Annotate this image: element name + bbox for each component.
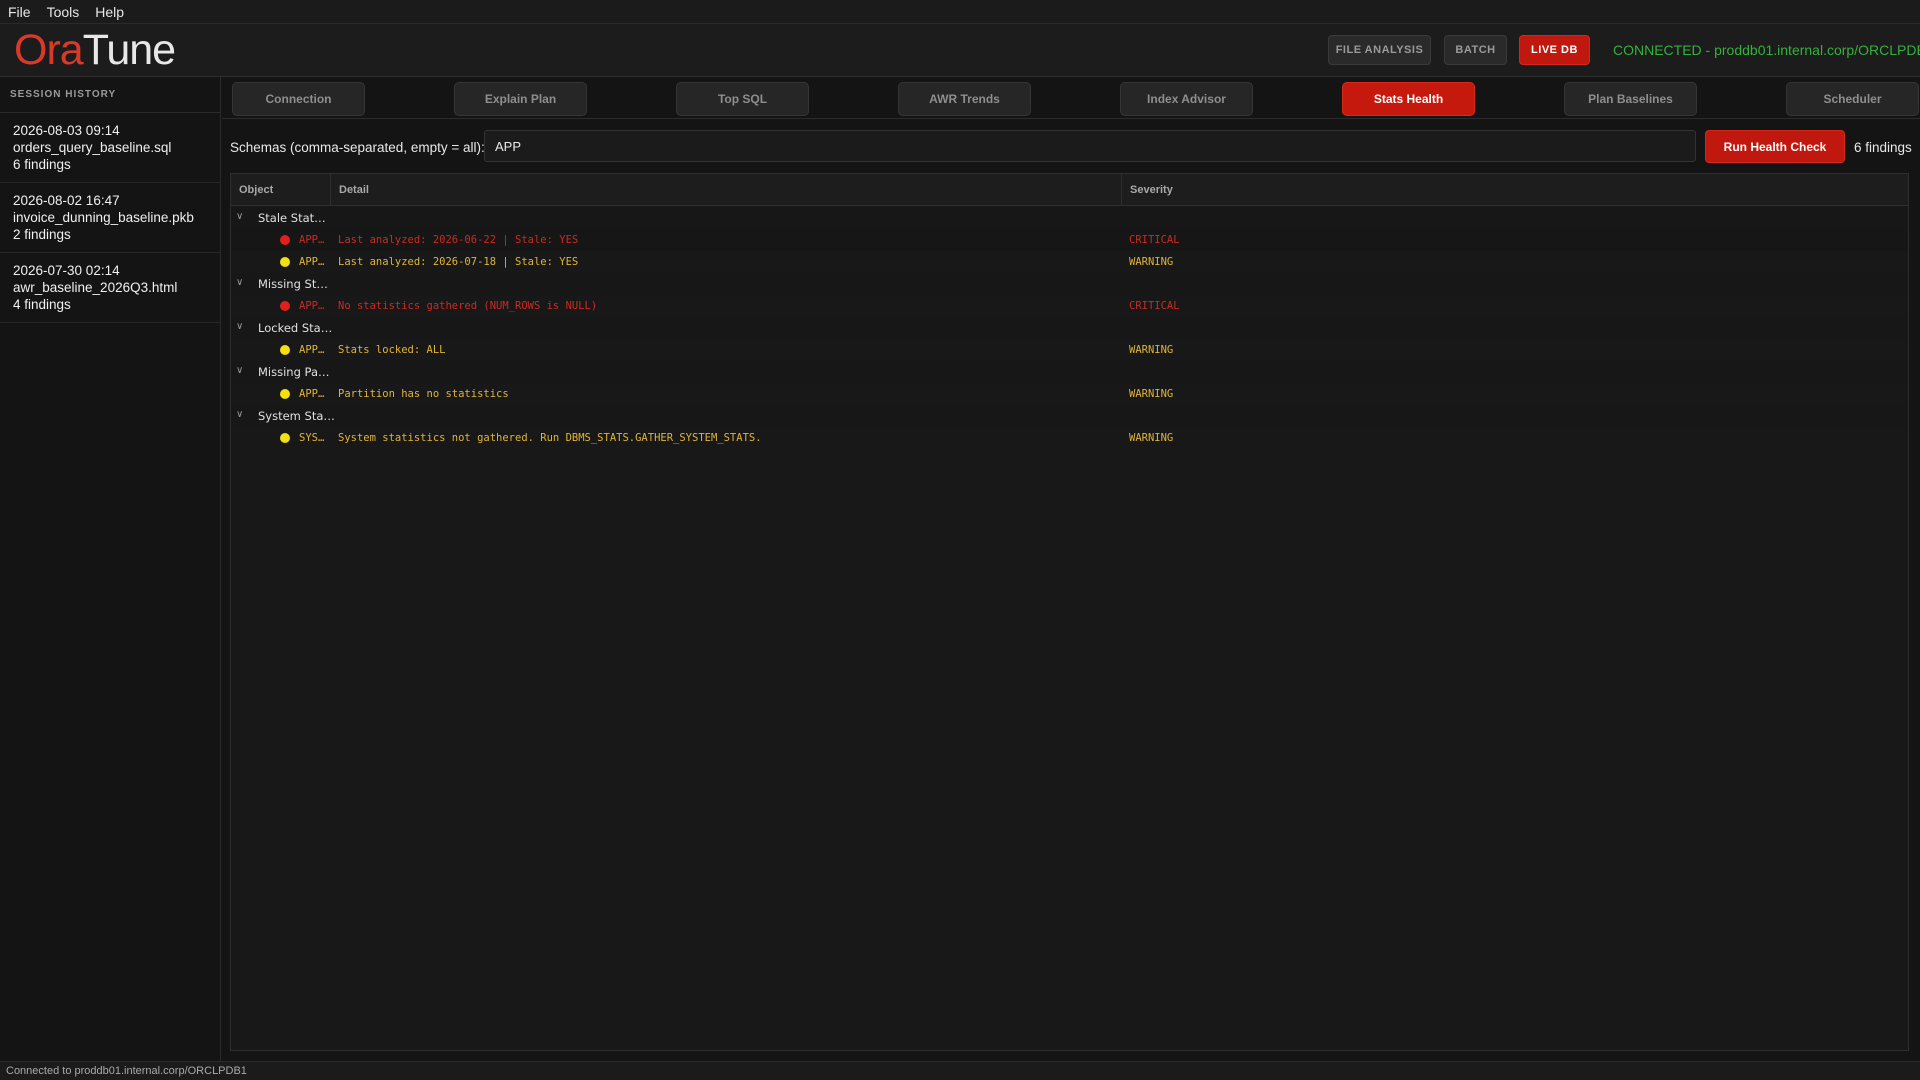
batch-button[interactable]: BATCH <box>1444 35 1507 65</box>
severity-cell: WARNING <box>1129 256 1174 268</box>
run-health-check-button[interactable]: Run Health Check <box>1705 130 1845 163</box>
column-header-object[interactable]: Object <box>231 174 331 206</box>
detail-cell: Partition has no statistics <box>338 388 509 400</box>
history-item[interactable]: 2026-07-30 02:14 awr_baseline_2026Q3.htm… <box>0 253 220 323</box>
results-tree-table[interactable]: Object Detail Severity ∨ Stale Stat… APP… L… <box>230 173 1909 1051</box>
severity-cell: WARNING <box>1129 432 1174 444</box>
severity-dot-icon <box>280 345 290 355</box>
logo-tune: Tune <box>82 26 176 74</box>
history-date: 2026-07-30 02:14 <box>13 263 120 278</box>
tab-bar: Connection Explain Plan Top SQL AWR Tren… <box>222 79 1920 119</box>
group-label: Missing St… <box>258 277 328 291</box>
detail-cell: No statistics gathered (NUM_ROWS is NULL… <box>338 300 598 312</box>
schema-label: Schemas (comma-separated, empty = all): <box>230 140 485 155</box>
history-findings: 2 findings <box>13 227 71 242</box>
tab-awr-trends[interactable]: AWR Trends <box>898 82 1031 116</box>
connection-status: CONNECTED - proddb01.internal.corp/ORCLP… <box>1613 42 1920 58</box>
severity-cell: CRITICAL <box>1129 234 1180 246</box>
severity-dot-icon <box>280 433 290 443</box>
tree-group-row[interactable]: ∨ Missing Pa… <box>231 361 1908 383</box>
chevron-down-icon[interactable]: ∨ <box>236 365 243 376</box>
sidebar-title: SESSION HISTORY <box>0 77 220 113</box>
column-header-severity[interactable]: Severity <box>1122 174 1910 206</box>
history-file: awr_baseline_2026Q3.html <box>13 280 178 295</box>
detail-cell: Last analyzed: 2026-06-22 | Stale: YES <box>338 234 579 246</box>
detail-cell: Stats locked: ALL <box>338 344 446 356</box>
object-cell: APP… <box>299 344 325 356</box>
history-file: invoice_dunning_baseline.pkb <box>13 210 194 225</box>
session-history-sidebar: SESSION HISTORY 2026-08-03 09:14 orders_… <box>0 77 221 1061</box>
severity-cell: WARNING <box>1129 388 1174 400</box>
column-header-detail[interactable]: Detail <box>331 174 1122 206</box>
tab-explain-plan[interactable]: Explain Plan <box>454 82 587 116</box>
tab-index-advisor[interactable]: Index Advisor <box>1120 82 1253 116</box>
severity-dot-icon <box>280 235 290 245</box>
file-analysis-button[interactable]: FILE ANALYSIS <box>1328 35 1431 65</box>
table-row[interactable]: APP… Last analyzed: 2026-07-18 | Stale: Y… <box>231 251 1908 273</box>
menu-help[interactable]: Help <box>95 4 124 20</box>
detail-cell: System statistics not gathered. Run DBMS… <box>338 432 762 444</box>
table-row[interactable]: APP… No statistics gathered (NUM_ROWS is … <box>231 295 1908 317</box>
app-logo: OraTune <box>14 26 176 74</box>
chevron-down-icon[interactable]: ∨ <box>236 409 243 420</box>
tree-group-row[interactable]: ∨ Missing St… <box>231 273 1908 295</box>
table-row[interactable]: APP… Stats locked: ALL WARNING <box>231 339 1908 361</box>
object-cell: APP… <box>299 300 325 312</box>
tree-group-row[interactable]: ∨ System Sta… <box>231 405 1908 427</box>
tab-top-sql[interactable]: Top SQL <box>676 82 809 116</box>
history-file: orders_query_baseline.sql <box>13 140 172 155</box>
object-cell: APP… <box>299 234 325 246</box>
chevron-down-icon[interactable]: ∨ <box>236 277 243 288</box>
severity-dot-icon <box>280 257 290 267</box>
tree-group-row[interactable]: ∨ Locked Sta… <box>231 317 1908 339</box>
menu-bar: File Tools Help <box>0 0 1920 23</box>
detail-cell: Last analyzed: 2026-07-18 | Stale: YES <box>338 256 579 268</box>
tree-group-row[interactable]: ∨ Stale Stat… <box>231 207 1908 229</box>
schema-input[interactable] <box>484 130 1696 162</box>
logo-ora: Ora <box>14 26 84 74</box>
history-date: 2026-08-03 09:14 <box>13 123 120 138</box>
tab-connection[interactable]: Connection <box>232 82 365 116</box>
history-item[interactable]: 2026-08-02 16:47 invoice_dunning_baselin… <box>0 183 220 253</box>
tab-plan-baselines[interactable]: Plan Baselines <box>1564 82 1697 116</box>
table-row[interactable]: SYS… System statistics not gathered. Run … <box>231 427 1908 449</box>
severity-dot-icon <box>280 389 290 399</box>
history-item[interactable]: 2026-08-03 09:14 orders_query_baseline.s… <box>0 113 220 183</box>
chevron-down-icon[interactable]: ∨ <box>236 211 243 222</box>
group-label: System Sta… <box>258 409 335 423</box>
live-db-button[interactable]: LIVE DB <box>1519 35 1590 65</box>
severity-cell: WARNING <box>1129 344 1174 356</box>
severity-cell: CRITICAL <box>1129 300 1180 312</box>
menu-file[interactable]: File <box>8 4 31 20</box>
table-row[interactable]: APP… Partition has no statistics WARNING <box>231 383 1908 405</box>
findings-count: 6 findings <box>1854 140 1912 155</box>
object-cell: APP… <box>299 256 325 268</box>
object-cell: APP… <box>299 388 325 400</box>
history-date: 2026-08-02 16:47 <box>13 193 120 208</box>
severity-dot-icon <box>280 301 290 311</box>
menu-tools[interactable]: Tools <box>47 4 80 20</box>
app-header: OraTune FILE ANALYSIS BATCH LIVE DB CONN… <box>0 23 1920 77</box>
app-window: File Tools Help OraTune FILE ANALYSIS BA… <box>0 0 1920 1080</box>
group-label: Missing Pa… <box>258 365 330 379</box>
tab-scheduler[interactable]: Scheduler <box>1786 82 1919 116</box>
table-header: Object Detail Severity <box>231 174 1908 206</box>
history-findings: 4 findings <box>13 297 71 312</box>
status-bar: Connected to proddb01.internal.corp/ORCL… <box>0 1061 1920 1080</box>
tab-stats-health[interactable]: Stats Health <box>1342 82 1475 116</box>
object-cell: SYS… <box>299 432 325 444</box>
group-label: Locked Sta… <box>258 321 333 335</box>
chevron-down-icon[interactable]: ∨ <box>236 321 243 332</box>
group-label: Stale Stat… <box>258 211 326 225</box>
history-findings: 6 findings <box>13 157 71 172</box>
table-row[interactable]: APP… Last analyzed: 2026-06-22 | Stale: Y… <box>231 229 1908 251</box>
